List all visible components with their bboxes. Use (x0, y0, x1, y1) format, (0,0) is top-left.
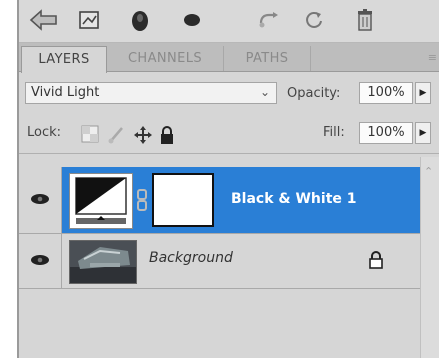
trash-icon[interactable] (352, 7, 378, 33)
lock-icon (369, 251, 383, 273)
opacity-label: Opacity: (287, 86, 341, 101)
tab-paths[interactable]: PATHS (224, 46, 311, 71)
visibility-cell[interactable] (19, 234, 62, 288)
layer-style-icon[interactable] (27, 7, 61, 33)
opacity-input[interactable]: 100% (359, 82, 413, 104)
opacity-arrow-button[interactable]: ▶ (415, 82, 431, 104)
mask-link-icon[interactable] (136, 189, 148, 215)
blend-opacity-row: Vivid Light ⌄ Opacity: 100% ▶ (19, 78, 439, 108)
lock-position-move-icon[interactable] (133, 125, 153, 149)
fill-label: Fill: (323, 125, 345, 140)
adjustment-icon[interactable] (75, 7, 105, 33)
layer-tools-strip (19, 0, 439, 43)
layer-divider (19, 288, 421, 289)
layer-name: Background (149, 250, 233, 266)
fill-arrow-button[interactable]: ▶ (415, 122, 431, 144)
photo-thumbnail-image (70, 241, 136, 283)
chevron-down-icon: ⌄ (259, 85, 270, 99)
refresh-icon[interactable] (301, 7, 327, 33)
layer-row-black-white[interactable]: Black & White 1 (19, 167, 421, 233)
fill-input[interactable]: 100% (359, 122, 413, 144)
layer-mask-thumbnail[interactable] (152, 173, 214, 227)
panel-menu-icon[interactable]: ≡ (428, 51, 437, 64)
link-icon[interactable] (256, 7, 284, 33)
layers-list: Black & White 1 Background (19, 157, 421, 358)
background-thumbnail[interactable] (69, 240, 137, 284)
adjustment-thumbnail[interactable] (69, 173, 133, 229)
fill-circle-icon[interactable] (179, 7, 205, 33)
eye-icon[interactable] (30, 193, 50, 205)
mask-icon[interactable] (127, 7, 153, 33)
layer-name: Black & White 1 (231, 191, 357, 207)
tab-layers[interactable]: LAYERS (21, 46, 107, 73)
lock-label: Lock: (27, 125, 62, 140)
lock-transparency-icon[interactable] (81, 125, 99, 147)
layers-panel: LAYERS CHANNELS PATHS ≡ Vivid Light ⌄ Op… (17, 0, 439, 358)
layers-scrollbar[interactable]: ⌃ (420, 157, 439, 358)
scroll-up-arrow-icon[interactable]: ⌃ (424, 165, 433, 178)
lock-pixels-brush-icon[interactable] (107, 125, 127, 149)
lock-fill-row: Lock: Fill: 100% ▶ (19, 113, 439, 154)
blend-mode-value: Vivid Light (31, 85, 100, 100)
black-white-adjustment-icon (75, 177, 127, 224)
eye-icon[interactable] (30, 254, 50, 266)
layer-row-background[interactable]: Background (19, 234, 421, 288)
lock-all-icon[interactable] (159, 125, 175, 149)
panel-tab-bar: LAYERS CHANNELS PATHS ≡ (19, 43, 439, 73)
tab-channels[interactable]: CHANNELS (107, 46, 224, 71)
visibility-cell[interactable] (19, 167, 62, 233)
blend-mode-select[interactable]: Vivid Light ⌄ (25, 82, 277, 104)
